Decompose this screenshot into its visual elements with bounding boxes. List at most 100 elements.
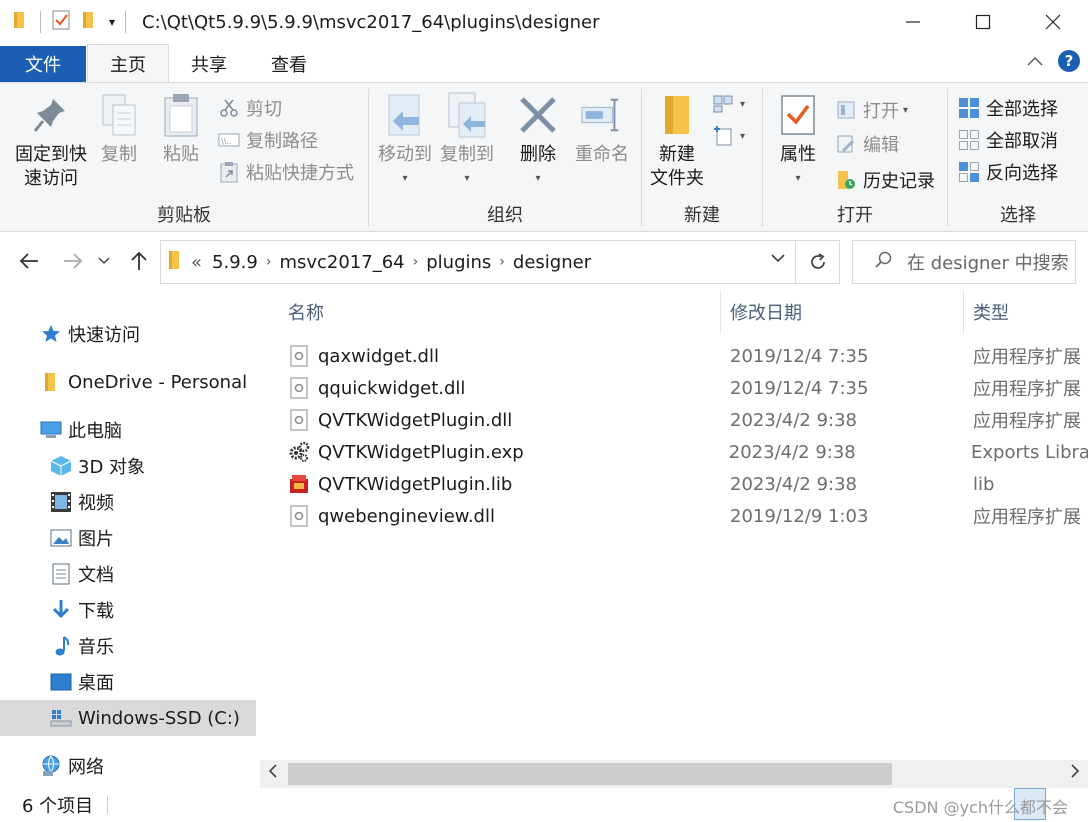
paste-shortcut-icon bbox=[218, 161, 240, 183]
scroll-right-icon[interactable] bbox=[1070, 764, 1080, 782]
recent-locations-button[interactable] bbox=[94, 246, 114, 276]
move-to-button[interactable]: 移动到 ▾ bbox=[373, 91, 437, 191]
select-all-button[interactable]: 全部选择 bbox=[958, 95, 1058, 121]
edit-button[interactable]: 编辑 bbox=[835, 131, 899, 157]
easy-access-button[interactable]: ▾ bbox=[712, 125, 745, 147]
column-header-type[interactable]: 类型 bbox=[973, 290, 1009, 334]
close-icon bbox=[1045, 14, 1061, 30]
table-row[interactable]: qquickwidget.dll 2019/12/4 7:35 应用程序扩展 bbox=[288, 372, 1088, 404]
nav-item-label: 下载 bbox=[78, 601, 114, 622]
group-select: 全部选择 全部取消 反向选择 选择 bbox=[948, 83, 1088, 231]
pin-icon bbox=[29, 91, 73, 139]
breadcrumb-item[interactable]: msvc2017_64 bbox=[279, 252, 404, 273]
help-button[interactable]: ? bbox=[1058, 50, 1080, 72]
customize-toolbar-icon[interactable]: ▾ bbox=[109, 15, 115, 29]
new-folder-button[interactable]: 新建 文件夹 bbox=[648, 91, 706, 191]
nav-item-downloads[interactable]: 下载 bbox=[0, 592, 256, 628]
back-button[interactable] bbox=[14, 246, 44, 276]
tab-share[interactable]: 共享 bbox=[169, 46, 249, 82]
breadcrumb-overflow[interactable]: « bbox=[191, 252, 202, 273]
delete-button[interactable]: 删除 ▾ bbox=[515, 91, 561, 191]
nav-item-music[interactable]: 音乐 bbox=[0, 628, 256, 664]
nav-item-quick-access[interactable]: 快速访问 bbox=[0, 316, 256, 352]
search-box[interactable]: 在 designer 中搜索 bbox=[852, 240, 1076, 284]
chevron-down-icon: ▾ bbox=[535, 173, 541, 184]
new-item-button[interactable]: ▾ bbox=[712, 93, 745, 115]
table-row[interactable]: QVTKWidgetPlugin.lib 2023/4/2 9:38 lib bbox=[288, 468, 1088, 500]
nav-item-desktop[interactable]: 桌面 bbox=[0, 664, 256, 700]
arrow-up-icon bbox=[131, 251, 147, 270]
rename-button[interactable]: 重命名 bbox=[571, 91, 633, 167]
address-bar[interactable]: « 5.9.9 › msvc2017_64 › plugins › design… bbox=[160, 240, 840, 284]
select-none-button[interactable]: 全部取消 bbox=[958, 127, 1058, 153]
scroll-left-icon[interactable] bbox=[268, 764, 278, 782]
scrollbar-thumb[interactable] bbox=[288, 763, 892, 785]
nav-item-onedrive[interactable]: OneDrive - Personal bbox=[0, 364, 256, 400]
nav-item-3d-objects[interactable]: 3D 对象 bbox=[0, 448, 256, 484]
table-row[interactable]: qwebengineview.dll 2019/12/9 1:03 应用程序扩展 bbox=[288, 500, 1088, 532]
nav-item-network[interactable]: 网络 bbox=[0, 748, 256, 784]
up-button[interactable] bbox=[124, 246, 154, 276]
file-name: qaxwidget.dll bbox=[318, 345, 439, 367]
divider[interactable] bbox=[963, 290, 964, 334]
history-button[interactable]: 历史记录 bbox=[835, 167, 935, 193]
copy-path-button[interactable]: \\.. 复制路径 bbox=[218, 127, 318, 153]
divider[interactable] bbox=[720, 290, 721, 334]
dll-icon bbox=[288, 345, 310, 367]
maximize-button[interactable] bbox=[948, 0, 1018, 44]
nav-item-documents[interactable]: 文档 bbox=[0, 556, 256, 592]
properties-icon bbox=[776, 91, 820, 139]
open-button[interactable]: 打开 ▾ bbox=[835, 97, 908, 123]
column-header-name[interactable]: 名称 bbox=[288, 290, 324, 334]
table-row[interactable]: QVTKWidgetPlugin.dll 2023/4/2 9:38 应用程序扩… bbox=[288, 404, 1088, 436]
minimize-button[interactable] bbox=[878, 0, 948, 44]
table-row[interactable]: QVTKWidgetPlugin.exp 2023/4/2 9:38 Expor… bbox=[288, 436, 1088, 468]
nav-item-label: 此电脑 bbox=[68, 421, 122, 442]
breadcrumb-item[interactable]: 5.9.9 bbox=[212, 252, 258, 273]
column-header-date[interactable]: 修改日期 bbox=[730, 290, 802, 334]
film-icon bbox=[50, 491, 72, 513]
pin-quick-access-button[interactable]: 固定到快 速访问 bbox=[8, 91, 94, 191]
invert-selection-button[interactable]: 反向选择 bbox=[958, 159, 1058, 185]
paste-button[interactable]: 粘贴 bbox=[156, 91, 206, 167]
paste-shortcut-button[interactable]: 粘贴快捷方式 bbox=[218, 159, 354, 185]
rename-label: 重命名 bbox=[575, 144, 629, 165]
chevron-down-icon: ▾ bbox=[795, 173, 801, 184]
new-folder-label-line1: 新建 bbox=[659, 144, 695, 165]
file-name: QVTKWidgetPlugin.lib bbox=[318, 473, 513, 495]
new-folder-icon[interactable] bbox=[81, 10, 99, 35]
copy-path-icon: \\.. bbox=[218, 129, 240, 151]
nav-item-videos[interactable]: 视频 bbox=[0, 484, 256, 520]
chevron-right-icon[interactable]: › bbox=[413, 254, 419, 270]
horizontal-scrollbar[interactable] bbox=[260, 760, 1088, 788]
chevron-down-icon: ▾ bbox=[402, 173, 408, 184]
copy-button[interactable]: 复制 bbox=[96, 91, 142, 167]
address-dropdown-button[interactable] bbox=[771, 251, 785, 267]
chevron-right-icon[interactable]: › bbox=[266, 254, 272, 270]
nav-item-pictures[interactable]: 图片 bbox=[0, 520, 256, 556]
sort-ascending-icon: ^ bbox=[494, 290, 504, 296]
forward-button[interactable] bbox=[58, 246, 88, 276]
tab-view[interactable]: 查看 bbox=[249, 46, 329, 82]
tab-home[interactable]: 主页 bbox=[87, 44, 169, 82]
collapse-ribbon-icon[interactable] bbox=[1026, 55, 1044, 67]
search-input[interactable]: 在 designer 中搜索 bbox=[907, 249, 1069, 275]
watermark: CSDN @ych什么都不会 bbox=[892, 798, 1068, 817]
breadcrumb-item[interactable]: designer bbox=[513, 252, 591, 273]
close-button[interactable] bbox=[1018, 0, 1088, 44]
chevron-down-icon: ▾ bbox=[903, 104, 909, 116]
properties-icon[interactable] bbox=[51, 9, 71, 36]
nav-item-windows-ssd[interactable]: Windows-SSD (C:) bbox=[0, 700, 256, 736]
file-type: 应用程序扩展 bbox=[973, 347, 1081, 368]
file-date: 2023/4/2 9:38 bbox=[730, 409, 857, 431]
tab-file[interactable]: 文件 bbox=[0, 46, 86, 82]
copy-to-button[interactable]: 复制到 ▾ bbox=[435, 91, 499, 191]
nav-item-this-pc[interactable]: 此电脑 bbox=[0, 412, 256, 448]
table-row[interactable]: qaxwidget.dll 2019/12/4 7:35 应用程序扩展 bbox=[288, 340, 1088, 372]
breadcrumb-item[interactable]: plugins bbox=[426, 252, 491, 273]
properties-button[interactable]: 属性 ▾ bbox=[773, 91, 823, 191]
refresh-button[interactable] bbox=[795, 241, 839, 283]
chevron-right-icon[interactable]: › bbox=[499, 254, 505, 270]
select-all-label: 全部选择 bbox=[986, 99, 1058, 120]
cut-button[interactable]: 剪切 bbox=[218, 95, 282, 121]
